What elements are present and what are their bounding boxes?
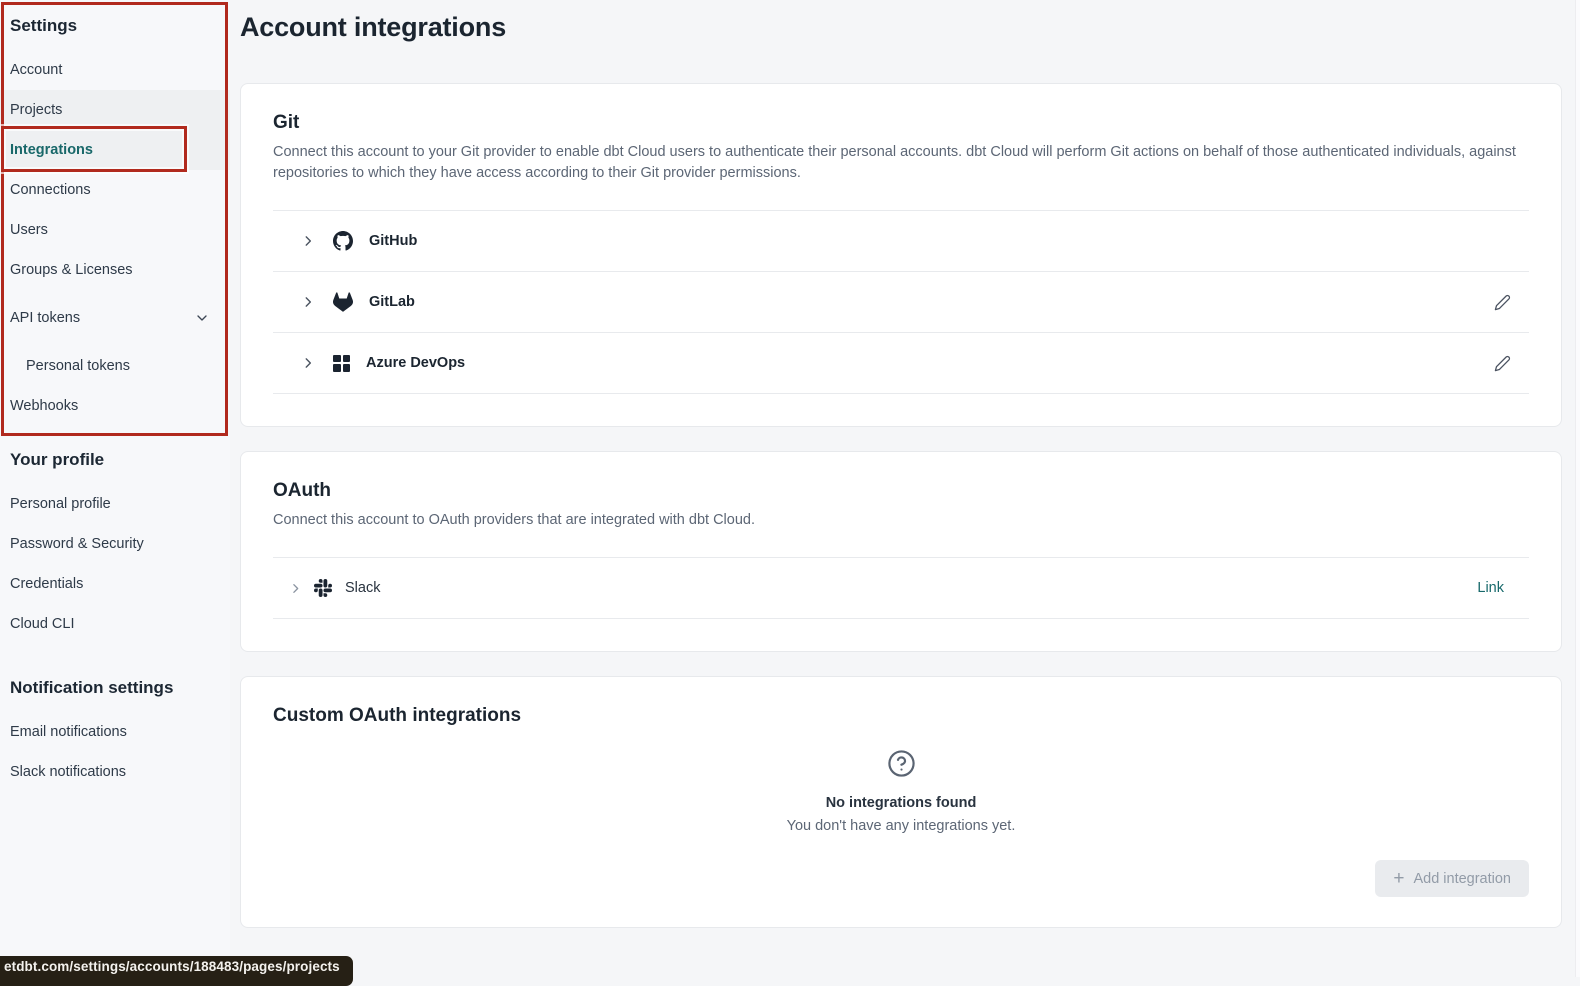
slack-icon <box>314 579 332 597</box>
settings-sidebar: Settings Account Projects Integrations C… <box>0 0 230 977</box>
sidebar-header-notification-settings: Notification settings <box>0 644 230 712</box>
add-integration-label: Add integration <box>1413 871 1511 887</box>
sidebar-item-cloud-cli[interactable]: Cloud CLI <box>0 604 230 644</box>
custom-oauth-section-card: Custom OAuth integrations No integration… <box>240 676 1562 928</box>
add-integration-button[interactable]: + Add integration <box>1375 860 1529 897</box>
integration-label: Slack <box>345 580 380 596</box>
integration-label: Azure DevOps <box>366 355 465 371</box>
gitlab-icon <box>333 292 353 312</box>
help-circle-icon <box>887 749 916 778</box>
scrollbar-track[interactable] <box>1575 0 1580 977</box>
oauth-section-description: Connect this account to OAuth providers … <box>273 510 1525 531</box>
oauth-section-title: OAuth <box>273 480 1529 502</box>
integration-row-azure-devops[interactable]: Azure DevOps <box>273 333 1529 394</box>
sidebar-item-credentials[interactable]: Credentials <box>0 564 230 604</box>
plus-icon: + <box>1393 869 1404 888</box>
sidebar-item-personal-tokens[interactable]: Personal tokens <box>0 346 230 386</box>
chevron-right-icon <box>301 234 315 248</box>
integration-row-gitlab[interactable]: GitLab <box>273 272 1529 333</box>
empty-state-title: No integrations found <box>273 795 1529 811</box>
sidebar-header-settings: Settings <box>0 0 230 50</box>
empty-state: No integrations found You don't have any… <box>273 749 1529 834</box>
edit-pencil-icon[interactable] <box>1494 294 1511 311</box>
chevron-down-icon <box>194 310 210 326</box>
integration-label: GitLab <box>369 294 415 310</box>
custom-oauth-section-title: Custom OAuth integrations <box>273 705 1529 727</box>
status-url-tooltip: etdbt.com/settings/accounts/188483/pages… <box>0 956 353 986</box>
sidebar-item-projects[interactable]: Projects <box>0 90 230 130</box>
slack-link-action[interactable]: Link <box>1477 580 1504 596</box>
empty-state-subtitle: You don't have any integrations yet. <box>273 818 1529 834</box>
git-section-card: Git Connect this account to your Git pro… <box>240 83 1562 427</box>
chevron-right-icon <box>289 582 302 595</box>
sidebar-item-integrations[interactable]: Integrations <box>0 130 230 170</box>
integration-row-github[interactable]: GitHub <box>273 211 1529 272</box>
sidebar-item-personal-profile[interactable]: Personal profile <box>0 484 230 524</box>
integration-label: GitHub <box>369 233 417 249</box>
chevron-right-icon <box>301 295 315 309</box>
main-content: Account integrations Git Connect this ac… <box>230 0 1580 977</box>
status-url-text: etdbt.com/settings/accounts/188483/pages… <box>4 959 340 974</box>
sidebar-item-webhooks[interactable]: Webhooks <box>0 386 230 426</box>
azure-devops-icon <box>333 355 350 372</box>
page-title: Account integrations <box>240 12 1580 43</box>
edit-pencil-icon[interactable] <box>1494 355 1511 372</box>
oauth-section-card: OAuth Connect this account to OAuth prov… <box>240 451 1562 652</box>
sidebar-item-account[interactable]: Account <box>0 50 230 90</box>
github-icon <box>333 231 353 251</box>
sidebar-item-email-notifications[interactable]: Email notifications <box>0 712 230 752</box>
sidebar-item-groups-licenses[interactable]: Groups & Licenses <box>0 250 230 290</box>
sidebar-header-your-profile: Your profile <box>0 426 230 484</box>
sidebar-item-users[interactable]: Users <box>0 210 230 250</box>
chevron-right-icon <box>301 356 315 370</box>
sidebar-item-password-security[interactable]: Password & Security <box>0 524 230 564</box>
sidebar-item-connections[interactable]: Connections <box>0 170 230 210</box>
git-section-title: Git <box>273 112 1529 134</box>
sidebar-item-slack-notifications[interactable]: Slack notifications <box>0 752 230 792</box>
integration-row-slack[interactable]: Slack Link <box>273 558 1529 619</box>
git-section-description: Connect this account to your Git provide… <box>273 142 1525 184</box>
sidebar-item-api-tokens[interactable]: API tokens <box>0 298 230 338</box>
